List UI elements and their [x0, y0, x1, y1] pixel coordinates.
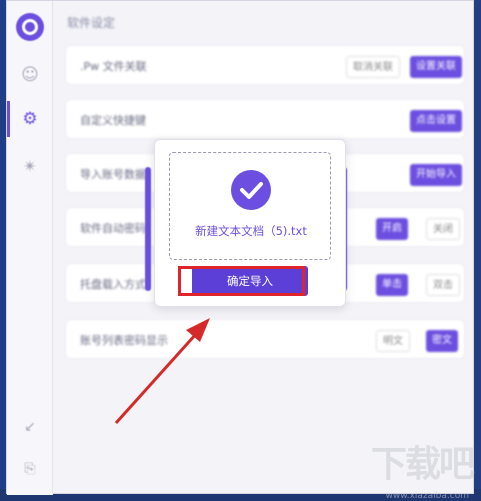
watermark-url: www.xiazaiba.com [385, 491, 469, 501]
watermark: 下载吧 [370, 444, 475, 485]
annotation-arrow [114, 318, 210, 425]
